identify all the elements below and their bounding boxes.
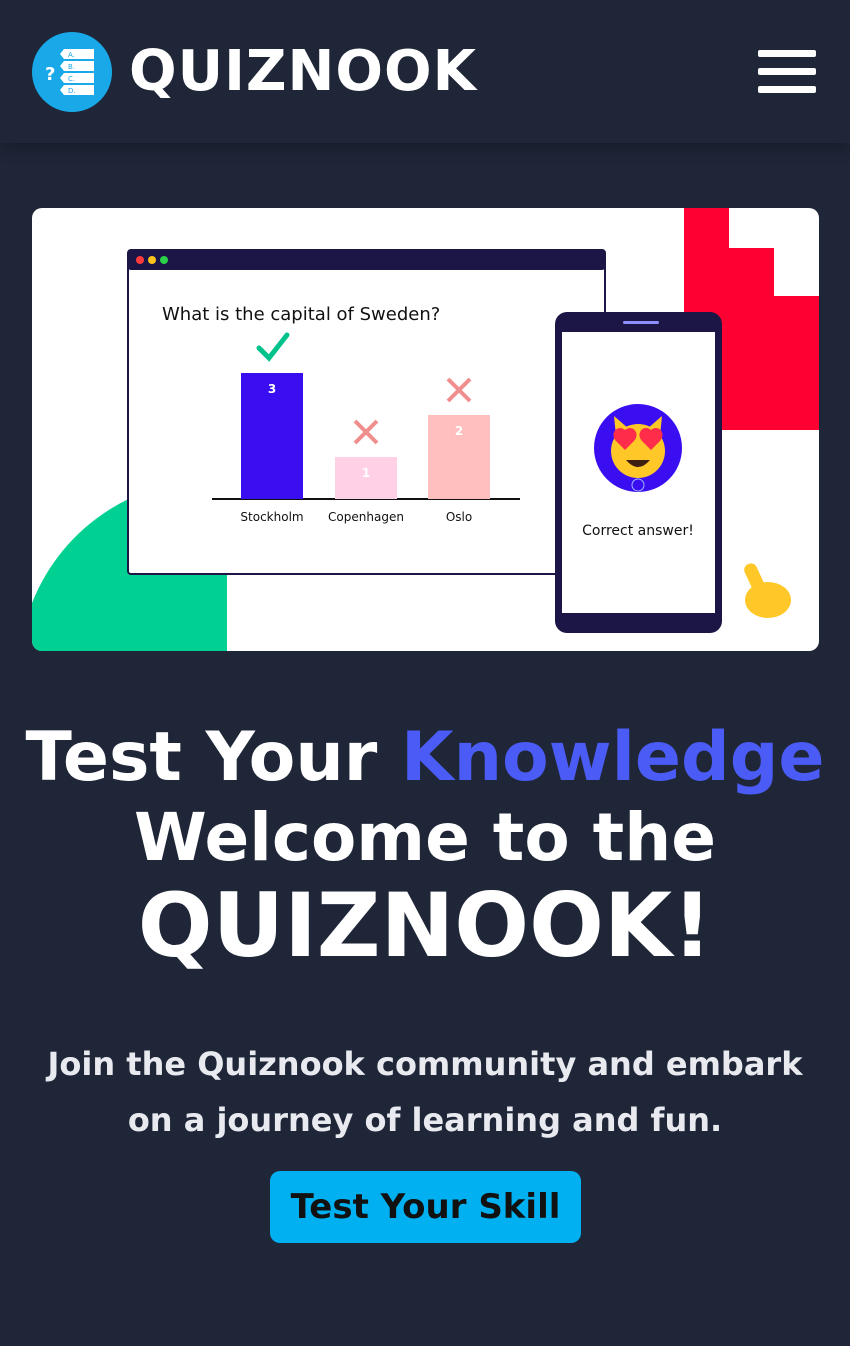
bar-value-label: 2 (455, 424, 463, 438)
headline-part1: Test Your (25, 718, 401, 797)
logo-letter-b: B. (68, 63, 75, 71)
quiz-illustration: What is the capital of Sweden? 3 Stockhol… (32, 208, 819, 651)
headline-line3: QUIZNOOK! (137, 874, 713, 977)
brand-name[interactable]: QUIZNOOK (129, 40, 477, 104)
logo-letter-c: C. (68, 75, 75, 83)
logo-letter-a: A. (68, 51, 75, 59)
hero-headline: Test Your Knowledge Welcome to the QUIZN… (0, 718, 850, 974)
bar-category-label: Stockholm (240, 510, 303, 524)
logo-question-mark: ? (45, 64, 55, 85)
phone-message: Correct answer! (582, 523, 694, 539)
headline-line2: Welcome to the (134, 799, 716, 876)
hamburger-menu-icon[interactable] (758, 50, 816, 94)
logo[interactable]: ? A. B. C. D. (32, 32, 112, 112)
bar-category-label: Copenhagen (328, 510, 404, 524)
quiz-question: What is the capital of Sweden? (162, 304, 440, 325)
hero-subtitle: Join the Quiznook community and embark o… (47, 1045, 803, 1139)
window-close-dot (136, 256, 144, 264)
logo-letter-d: D. (68, 87, 76, 95)
window-min-dot (148, 256, 156, 264)
site-header: ? A. B. C. D. QUIZNOOK (0, 0, 850, 143)
verified-check-icon (631, 478, 645, 492)
headline-accent: Knowledge (400, 718, 825, 797)
phone-mockup: Correct answer! (555, 312, 722, 633)
pointing-hand-icon (744, 563, 791, 618)
bar-value-label: 3 (268, 382, 276, 396)
test-your-skill-button[interactable]: Test Your Skill (270, 1171, 581, 1243)
quiz-list-icon: ? A. B. C. D. (45, 49, 94, 95)
hero-illustration: What is the capital of Sweden? 3 Stockhol… (32, 208, 819, 651)
browser-window: What is the capital of Sweden? 3 Stockhol… (127, 249, 606, 575)
bar-value-label: 1 (362, 466, 370, 480)
window-max-dot (160, 256, 168, 264)
bar-category-label: Oslo (446, 510, 472, 524)
